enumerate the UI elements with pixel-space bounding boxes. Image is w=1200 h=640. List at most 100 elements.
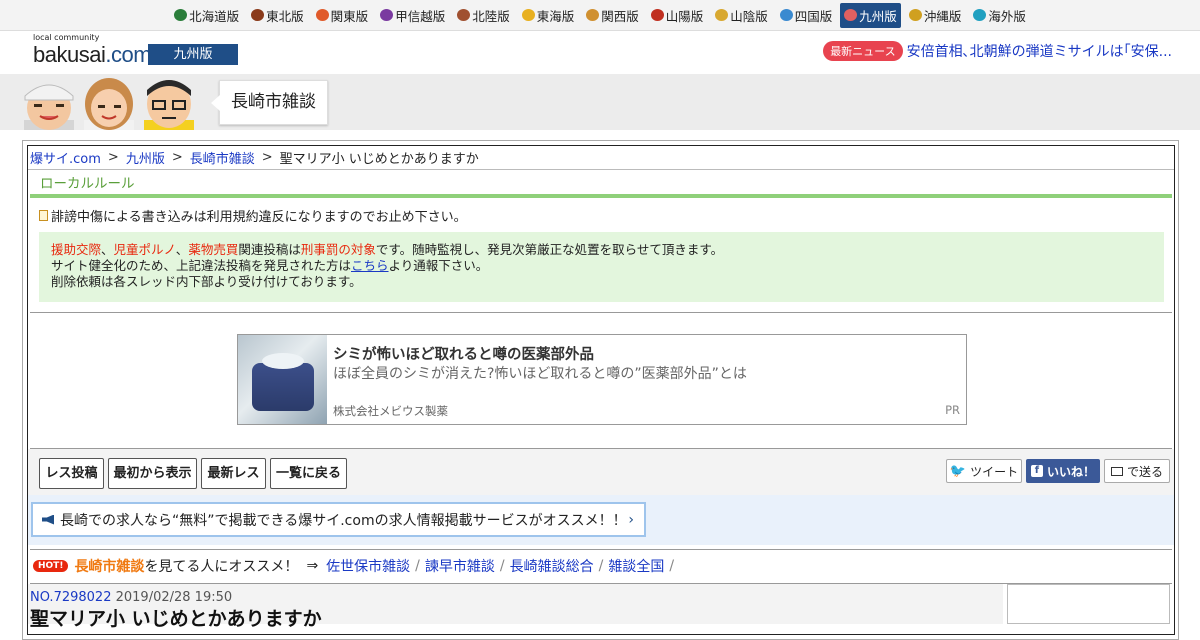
defamation-notice-text: 誹謗中傷による書き込みは利用規約違反になりますのでお止め下さい。 [51, 209, 467, 225]
jobs-promo-text: 長崎での求人なら“無料”で掲載できる爆サイ.comの求人情報掲載サービスがオスス… [60, 512, 627, 529]
news-ticker[interactable]: 最新ニュース 安倍首相､北朝鮮の弾道ミサイルは｢安保... [823, 41, 1172, 61]
region-nav: 北海道版 東北版 関東版 甲信越版 北陸版 東海版 関西版 山陽版 山陰版 四国版 九州版 沖縄版 海外… [0, 0, 1200, 31]
send-email-button[interactable]: で送る [1104, 459, 1170, 483]
region-label: 東海版 [536, 8, 575, 24]
logo-wordmark: bakusai.com [33, 42, 152, 67]
divider [30, 312, 1172, 313]
torii-icon [650, 9, 664, 21]
news-headline[interactable]: 安倍首相､北朝鮮の弾道ミサイルは｢安保... [907, 41, 1172, 61]
region-label: 東北版 [266, 8, 304, 24]
globe-icon [973, 9, 987, 21]
recommend-separator: / [499, 557, 505, 574]
post-number[interactable]: NO.7298022 [30, 590, 111, 605]
region-sandune[interactable]: 山陰版 [711, 3, 772, 28]
illegal-post-warning: 援助交際、児童ポルノ、薬物売買関連投稿は刑事罰の対象です。随時監視し、発見次第厳… [39, 232, 1164, 302]
fish-icon [844, 9, 858, 21]
back-to-list-button[interactable]: 一覧に戻る [270, 458, 347, 489]
castle-icon [521, 9, 535, 21]
tower-icon [315, 9, 329, 21]
region-tohoku[interactable]: 東北版 [247, 3, 308, 28]
region-label: 山陰版 [730, 8, 768, 24]
region-castle[interactable]: 東海版 [518, 3, 579, 28]
jobs-promo-link[interactable]: 長崎での求人なら“無料”で掲載できる爆サイ.comの求人情報掲載サービスがオスス… [31, 502, 646, 537]
grape-icon [380, 9, 394, 21]
region-label: 沖縄版 [923, 8, 962, 24]
gate-icon [457, 9, 471, 21]
breadcrumb-separator: > [171, 150, 183, 165]
warning-line-1: 援助交際、児童ポルノ、薬物売買関連投稿は刑事罰の対象です。随時監視し、発見次第厳… [51, 242, 1152, 258]
region-grape[interactable]: 甲信越版 [376, 3, 449, 28]
recommend-bar: HOT! 長崎市雑談 を見てる人にオススメ！ ⇒ 佐世保市雑談 / 諫早市雑談 / 長崎… [28, 550, 1174, 581]
side-ad-slot [1007, 584, 1170, 624]
twitter-bird-icon: 🐦 [949, 463, 967, 479]
udon-icon [779, 9, 793, 21]
warning-text: です。随時監視し、発見次第厳正な処置を取らせて頂きます。 [375, 242, 724, 257]
ad-company: 株式会社メビウス製薬 [333, 404, 448, 418]
show-from-start-button[interactable]: 最初から表示 [108, 458, 197, 489]
recommend-link[interactable]: 長崎雑談総合 [510, 556, 594, 576]
latest-replies-button[interactable]: 最新レス [201, 458, 266, 489]
post-reply-button[interactable]: レス投稿 [39, 458, 104, 489]
recommend-link[interactable]: 諫早市雑談 [425, 556, 495, 576]
facebook-like-button[interactable]: f いいね！ [1026, 459, 1100, 483]
breadcrumb-current: 聖マリア小 いじめとかありますか [279, 152, 479, 167]
recommend-separator: / [415, 557, 420, 574]
defamation-notice: 誹謗中傷による書き込みは利用規約違反になりますのでお止め下さい。 [28, 198, 1174, 232]
ad-product-image[interactable] [238, 335, 327, 424]
local-rule-heading[interactable]: ローカルルール [30, 170, 1172, 198]
edition-badge[interactable]: 九州版 [148, 44, 238, 65]
region-globe[interactable]: 海外版 [969, 3, 1030, 28]
region-label: 海外版 [988, 8, 1026, 24]
recommend-text: を見てる人にオススメ！ [144, 558, 299, 575]
region-hokkaido[interactable]: 北海道版 [170, 3, 243, 28]
region-fish[interactable]: 九州版 [840, 2, 901, 28]
site-header: local community bakusai.com 九州版 最新ニュース 安… [0, 31, 1200, 74]
ad-title[interactable]: シミが怖いほど取れると噂の医薬部外品 [333, 343, 594, 364]
recommend-link[interactable]: 雑談全国 [608, 556, 664, 576]
breadcrumb-link[interactable]: 長崎市雑談 [190, 148, 255, 167]
board-title: 長崎市雑談 [211, 80, 328, 125]
breadcrumb-separator: > [261, 150, 273, 165]
region-label: 山陽版 [665, 8, 704, 24]
board-banner: 長崎市雑談 [0, 74, 1200, 130]
warning-comma: 、 [101, 242, 114, 257]
tweet-button[interactable]: 🐦 ツイート [946, 459, 1022, 483]
breadcrumb-link[interactable]: 爆サイ.com [30, 148, 101, 167]
sandune-icon [715, 9, 729, 21]
thread-title: 聖マリア小 いじめとかありますか [30, 608, 322, 630]
region-takoyaki[interactable]: 関西版 [582, 3, 643, 28]
warning-text: より通報下さい。 [388, 258, 489, 273]
document-icon [39, 209, 48, 221]
ad-subtitle[interactable]: ほぼ全員のシミが消えた?怖いほど取れると噂の”医薬部外品”とは [333, 363, 747, 383]
chevron-right-icon: › [628, 512, 634, 528]
warning-term: 児童ポルノ [113, 242, 176, 257]
warning-term: 刑事罰の対象 [300, 242, 376, 257]
thread-post: NO.7298022 2019/02/28 19:50 聖マリア小 いじめとかあ… [28, 584, 1174, 630]
post-body: NO.7298022 2019/02/28 19:50 聖マリア小 いじめとかあ… [28, 584, 1003, 630]
region-tower[interactable]: 関東版 [312, 3, 373, 28]
region-label: 九州版 [859, 8, 897, 24]
like-label: いいね！ [1046, 464, 1095, 479]
thread-actions: レス投稿 最初から表示 最新レス 一覧に戻る 🐦 ツイート f いいね！ で送る [28, 449, 1174, 495]
region-label: 四国版 [794, 8, 833, 24]
region-gate[interactable]: 北陸版 [453, 3, 514, 28]
hokkaido-icon [174, 9, 188, 21]
region-label: 甲信越版 [395, 8, 446, 24]
ad-banner[interactable]: シミが怖いほど取れると噂の医薬部外品 ほぼ全員のシミが消えた?怖いほど取れると噂… [237, 334, 967, 425]
breadcrumb-link[interactable]: 九州版 [126, 148, 165, 167]
report-link[interactable]: こちら [351, 258, 389, 273]
takoyaki-icon [586, 9, 600, 21]
post-date: 2019/02/28 19:50 [115, 590, 233, 605]
region-torii[interactable]: 山陽版 [647, 3, 708, 28]
send-label: で送る [1126, 464, 1163, 479]
ad-pr-label: PR [945, 403, 960, 417]
site-logo[interactable]: local community bakusai.com [33, 33, 152, 67]
recommend-board[interactable]: 長崎市雑談 [74, 556, 144, 576]
content-frame: 爆サイ.com > 九州版 > 長崎市雑談 > 聖マリア小 いじめとかありますか ローカルル… [27, 145, 1175, 635]
warning-text: 関連投稿は [238, 242, 301, 257]
warning-term: 薬物売買 [188, 242, 239, 257]
recommend-link[interactable]: 佐世保市雑談 [326, 556, 410, 576]
region-shisa[interactable]: 沖縄版 [905, 3, 966, 28]
warning-term: 援助交際 [51, 242, 102, 257]
region-udon[interactable]: 四国版 [776, 3, 837, 28]
